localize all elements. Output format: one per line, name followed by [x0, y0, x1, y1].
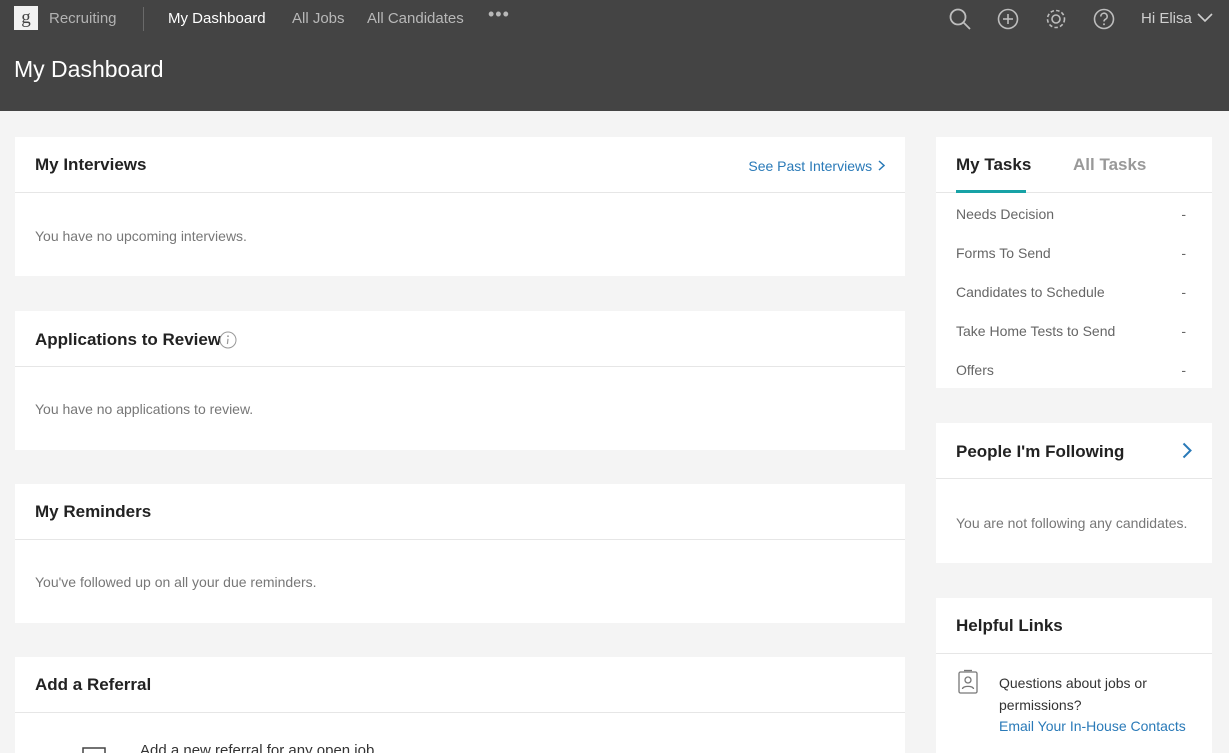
referral-card: Add a Referral Add a new referral for an… [15, 657, 905, 753]
app-logo[interactable]: g [14, 6, 38, 30]
task-row-take-home-tests[interactable]: Take Home Tests to Send - [956, 323, 1186, 339]
email-contacts-link[interactable]: Email Your In-House Contacts [999, 718, 1186, 734]
referral-icon [82, 747, 106, 753]
helpful-question-line1: Questions about jobs or [999, 675, 1147, 691]
see-past-interviews-label: See Past Interviews [748, 158, 873, 174]
task-label: Needs Decision [956, 206, 1055, 222]
task-label: Offers [956, 362, 994, 378]
following-header[interactable]: People I'm Following [936, 423, 1212, 479]
user-greeting: Hi Elisa [1141, 10, 1192, 27]
chevron-down-icon [1197, 13, 1213, 23]
page-title: My Dashboard [14, 56, 164, 82]
applications-title: Applications to Review [35, 330, 222, 349]
referral-title: Add a Referral [35, 675, 152, 694]
helpful-links-title: Helpful Links [956, 616, 1063, 635]
applications-empty-text: You have no applications to review. [35, 401, 254, 417]
help-icon[interactable] [1091, 6, 1117, 32]
nav-divider [143, 7, 144, 31]
task-count: - [1181, 284, 1186, 300]
following-card: People I'm Following You are not followi… [936, 423, 1212, 563]
top-bar: g Recruiting My Dashboard All Jobs All C… [0, 0, 1229, 111]
following-empty-text: You are not following any candidates. [956, 515, 1188, 531]
nav-all-candidates[interactable]: All Candidates [367, 10, 464, 27]
contact-card-icon [958, 669, 978, 694]
tasks-card: My Tasks All Tasks Needs Decision - Forms… [936, 137, 1212, 388]
nav-all-jobs[interactable]: All Jobs [292, 10, 345, 27]
info-icon[interactable] [219, 331, 237, 349]
gear-icon[interactable] [1043, 6, 1069, 32]
user-menu[interactable]: Hi Elisa [1141, 10, 1213, 27]
reminders-card: My Reminders You've followed up on all y… [15, 484, 905, 623]
applications-header: Applications to Review [15, 311, 905, 367]
interviews-card: My Interviews See Past Interviews You ha… [15, 137, 905, 276]
task-row-candidates-to-schedule[interactable]: Candidates to Schedule - [956, 284, 1186, 300]
task-row-needs-decision[interactable]: Needs Decision - [956, 206, 1186, 222]
interviews-header: My Interviews See Past Interviews [15, 137, 905, 193]
reminders-empty-text: You've followed up on all your due remin… [35, 574, 317, 590]
helpful-links-header: Helpful Links [936, 598, 1212, 654]
task-label: Candidates to Schedule [956, 284, 1105, 300]
nav-more-menu[interactable]: ••• [488, 4, 510, 25]
chevron-right-icon [878, 160, 886, 171]
nav-my-dashboard[interactable]: My Dashboard [168, 10, 266, 27]
following-title: People I'm Following [956, 442, 1125, 461]
task-count: - [1181, 206, 1186, 222]
see-past-interviews-link[interactable]: See Past Interviews [748, 158, 886, 174]
tab-all-tasks[interactable]: All Tasks [1073, 155, 1146, 175]
helpful-links-card: Helpful Links Questions about jobs or pe… [936, 598, 1212, 753]
task-row-forms-to-send[interactable]: Forms To Send - [956, 245, 1186, 261]
brand-name: Recruiting [49, 10, 117, 27]
reminders-title: My Reminders [35, 502, 152, 521]
task-count: - [1181, 362, 1186, 378]
task-count: - [1181, 245, 1186, 261]
task-count: - [1181, 323, 1186, 339]
applications-card: Applications to Review You have no appli… [15, 311, 905, 450]
plus-circle-icon[interactable] [995, 6, 1021, 32]
referral-header: Add a Referral [15, 657, 905, 713]
tab-my-tasks[interactable]: My Tasks [956, 155, 1031, 175]
tasks-tabs: My Tasks All Tasks [936, 137, 1212, 193]
helpful-question: Questions about jobs or permissions? [999, 672, 1147, 716]
task-row-offers[interactable]: Offers - [956, 362, 1186, 378]
interviews-title: My Interviews [35, 155, 147, 174]
helpful-question-line2: permissions? [999, 697, 1082, 713]
task-label: Forms To Send [956, 245, 1051, 261]
referral-text[interactable]: Add a new referral for any open job [140, 742, 374, 753]
reminders-header: My Reminders [15, 484, 905, 540]
task-label: Take Home Tests to Send [956, 323, 1116, 339]
search-icon[interactable] [947, 6, 973, 32]
chevron-right-icon[interactable] [1182, 442, 1192, 459]
interviews-empty-text: You have no upcoming interviews. [35, 228, 247, 244]
active-tab-indicator [956, 190, 1026, 193]
